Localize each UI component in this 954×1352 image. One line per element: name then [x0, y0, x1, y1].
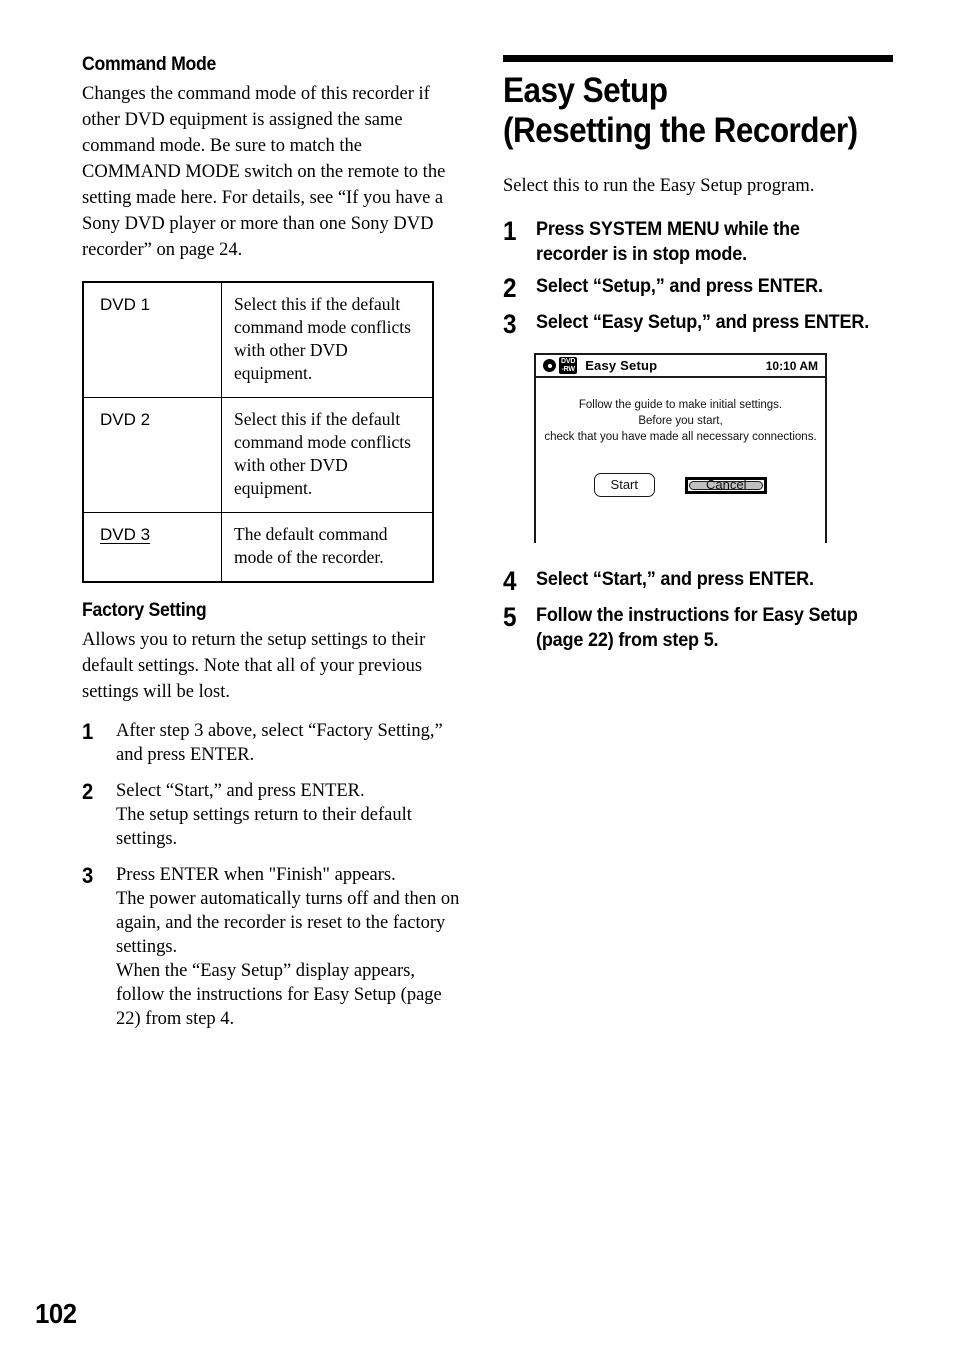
command-mode-table-body: DVD 1 Select this if the default command…: [82, 281, 434, 583]
dvd-badge-line1: DVD: [561, 358, 576, 365]
page-title-line1: Easy Setup: [503, 71, 668, 110]
screen-frame-right: [825, 353, 827, 543]
table-row: DVD 1 Select this if the default command…: [82, 281, 434, 398]
page-title-line2: (Resetting the Recorder): [503, 111, 858, 150]
step-number: 4: [503, 566, 517, 596]
factory-setting-heading: Factory Setting: [82, 599, 207, 621]
command-mode-table: DVD 1 Select this if the default command…: [82, 280, 434, 583]
step-text: Select “Start,” and press ENTER. The setu…: [116, 780, 412, 849]
table-cell-setting: DVD 1: [82, 281, 222, 398]
dvd-badge-line2: -RW: [561, 365, 575, 373]
step-text: After step 3 above, select “Factory Sett…: [116, 720, 443, 765]
section-rule: [503, 55, 893, 62]
page-number: 102: [35, 1298, 77, 1329]
command-mode-body: Changes the command mode of this recorde…: [82, 83, 446, 260]
step-item: 2 Select “Start,” and press ENTER. The se…: [82, 779, 464, 851]
step-text: Select “Easy Setup,” and press ENTER.: [536, 312, 870, 333]
start-button[interactable]: Start: [593, 473, 655, 497]
step-number: 1: [503, 216, 517, 246]
step-number: 3: [503, 309, 517, 339]
step-number: 2: [82, 778, 94, 804]
step-item: 3 Select “Easy Setup,” and press ENTER.: [503, 310, 893, 339]
step-item: 1 Press SYSTEM MENU while the recorder i…: [503, 217, 893, 267]
screen-message-line: Follow the guide to make initial setting…: [578, 399, 783, 411]
step-text: Select “Setup,” and press ENTER.: [536, 276, 823, 297]
step-text: Select “Start,” and press ENTER.: [536, 569, 814, 590]
table-cell-description: Select this if the default command mode …: [221, 396, 434, 513]
screen-title: Easy Setup: [585, 358, 658, 373]
intro-text: Select this to run the Easy Setup progra…: [503, 176, 815, 196]
step-item: 2 Select “Setup,” and press ENTER.: [503, 274, 893, 303]
screen-buttons: Start Cancel: [536, 473, 825, 497]
step-text: Press ENTER when "Finish" appears. The po…: [116, 864, 460, 1029]
step-item: 3 Press ENTER when "Finish" appears. The …: [82, 863, 464, 1031]
step-text: Press SYSTEM MENU while the recorder is …: [536, 219, 800, 265]
setting-value: DVD 2: [100, 409, 151, 429]
cancel-button-focus-ring: Cancel: [685, 476, 768, 494]
step-number: 1: [82, 718, 94, 744]
screen-clock: 10:10 AM: [765, 358, 818, 373]
screen-message-line: Before you start,: [638, 415, 723, 427]
step-number: 5: [503, 602, 517, 632]
factory-setting-steps: 1 After step 3 above, select “Factory Se…: [82, 719, 464, 1031]
step-item: 5 Follow the instructions for Easy Setup…: [503, 603, 893, 653]
screen-titlebar: DVD -RW Easy Setup 10:10 AM: [536, 355, 825, 378]
table-row: DVD 2 Select this if the default command…: [82, 396, 434, 513]
step-number: 2: [503, 273, 517, 303]
left-column: Command Mode Changes the command mode of…: [82, 54, 464, 1043]
command-mode-heading: Command Mode: [82, 54, 217, 75]
setting-value: DVD 1: [100, 294, 151, 314]
table-cell-description: Select this if the default command mode …: [221, 281, 434, 398]
step-item: 1 After step 3 above, select “Factory Se…: [82, 719, 464, 767]
table-cell-description: The default command mode of the recorder…: [221, 511, 434, 583]
right-column: Easy Setup (Resetting the Recorder) Sele…: [503, 55, 893, 660]
easy-setup-steps-before: 1 Press SYSTEM MENU while the recorder i…: [503, 217, 893, 339]
step-number: 3: [82, 862, 94, 888]
cancel-button[interactable]: Cancel: [689, 478, 764, 491]
easy-setup-steps-after: 4 Select “Start,” and press ENTER. 5 Fol…: [503, 567, 893, 653]
table-cell-setting: DVD 2: [82, 396, 222, 513]
screen-body: Follow the guide to make initial setting…: [536, 380, 825, 497]
easy-setup-screen-illustration: DVD -RW Easy Setup 10:10 AM Follow the g…: [534, 353, 827, 543]
screen-message-line: check that you have made all necessary c…: [544, 431, 817, 443]
table-row: DVD 3 The default command mode of the re…: [82, 511, 434, 583]
disc-icon: [543, 359, 556, 372]
setting-value-default: DVD 3: [100, 524, 151, 544]
page-title: Easy Setup (Resetting the Recorder): [503, 71, 893, 151]
table-cell-setting: DVD 3: [82, 511, 222, 583]
step-item: 4 Select “Start,” and press ENTER.: [503, 567, 893, 596]
dvd-rw-icon: DVD -RW: [559, 357, 578, 374]
step-text: Follow the instructions for Easy Setup (…: [536, 605, 858, 651]
factory-setting-body: Allows you to return the setup settings …: [82, 629, 426, 702]
